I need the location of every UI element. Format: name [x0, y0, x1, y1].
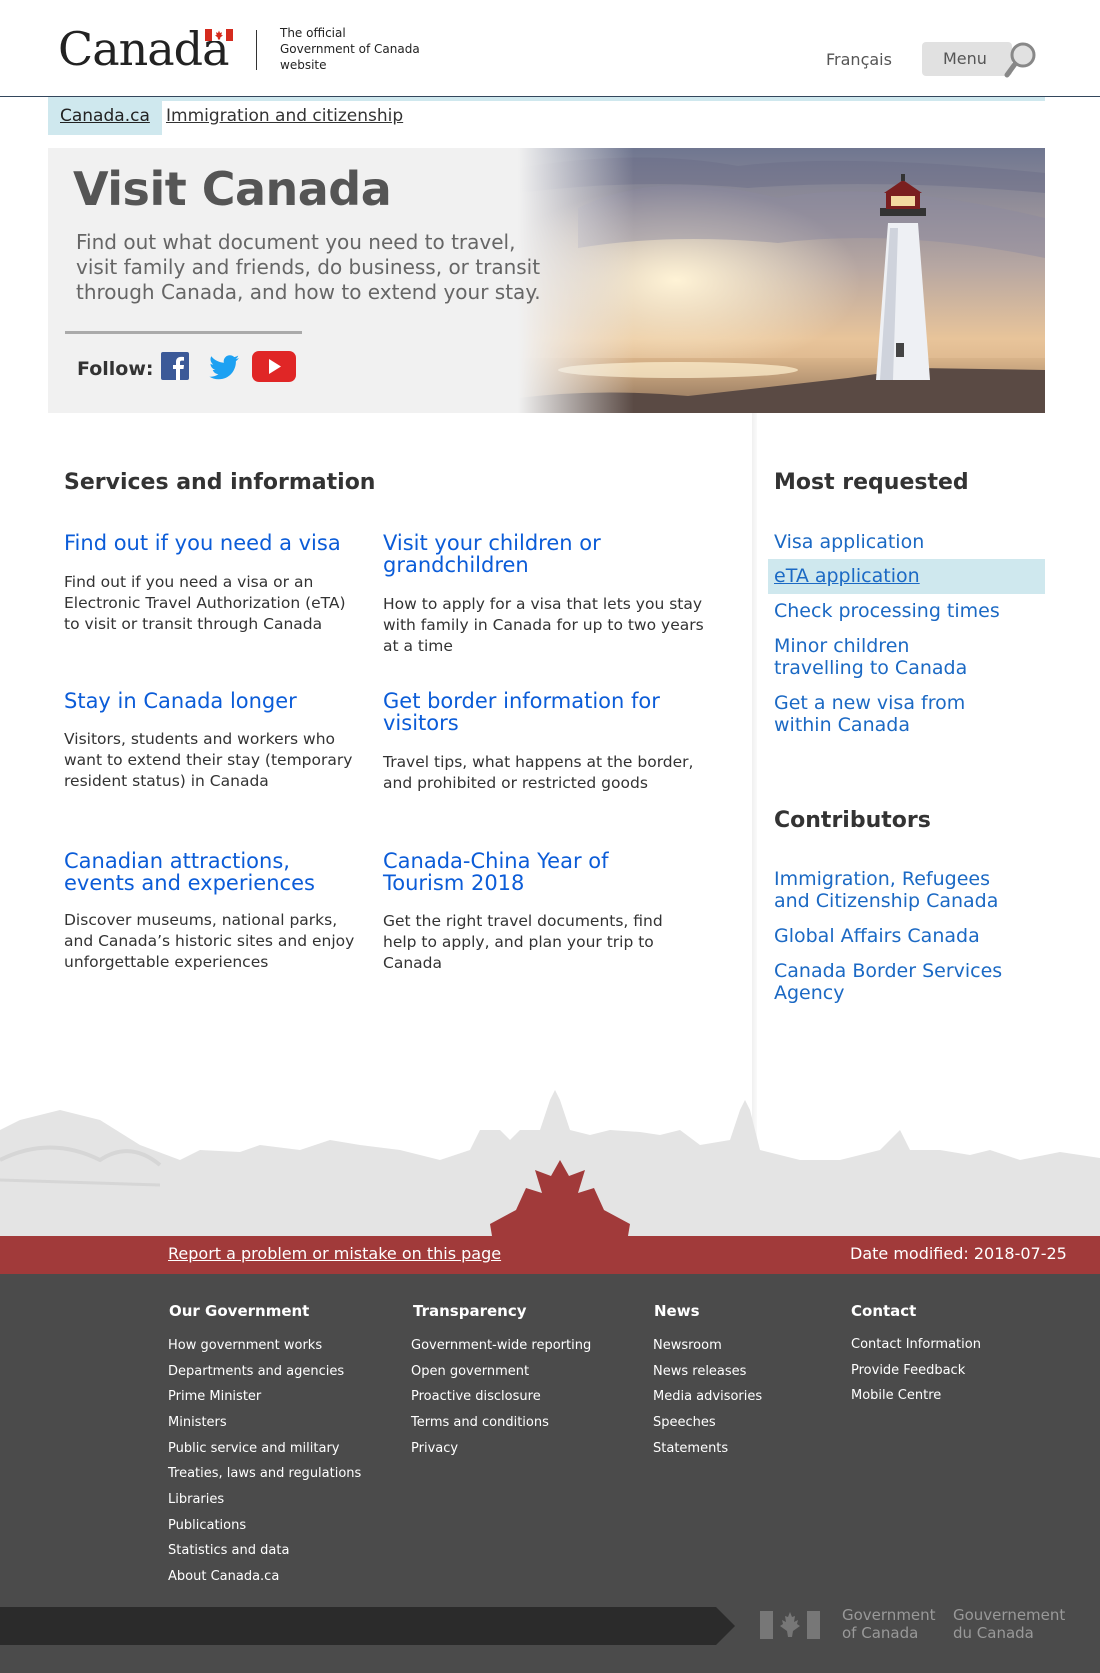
service-desc: How to apply for a visa that lets you st…: [383, 595, 704, 655]
service-desc: Get the right travel documents, find hel…: [383, 912, 663, 972]
government-of-canada-fr: Gouvernement du Canada: [953, 1606, 1065, 1642]
report-problem-link[interactable]: Report a problem or mistake on this page: [168, 1244, 501, 1263]
service-link-attractions[interactable]: Canadian attractions, events and experie…: [64, 850, 364, 894]
most-requested-link[interactable]: Visa application: [774, 531, 924, 553]
footer-link[interactable]: Public service and military: [168, 1441, 340, 1456]
footer-link[interactable]: Statements: [653, 1441, 728, 1456]
footer-link[interactable]: Contact Information: [851, 1337, 981, 1352]
youtube-icon[interactable]: [252, 351, 296, 382]
service-link-stay-longer[interactable]: Stay in Canada longer: [64, 690, 364, 712]
language-toggle-link[interactable]: Français: [826, 50, 892, 69]
site-header: Canada The official Government of Canada…: [0, 0, 1100, 97]
follow-label: Follow:: [77, 358, 154, 380]
service-desc: Visitors, students and workers who want …: [64, 730, 353, 790]
date-modified: Date modified: 2018-07-25: [850, 1244, 1067, 1263]
footer-link[interactable]: News releases: [653, 1364, 746, 1379]
hero-banner: Visit Canada Find out what document you …: [48, 148, 1045, 413]
official-line: Government of Canada: [280, 42, 420, 56]
service-link-visit-children[interactable]: Visit your children or grandchildren: [383, 532, 603, 576]
service-desc: Discover museums, national parks, and Ca…: [64, 911, 355, 971]
footer-link[interactable]: Departments and agencies: [168, 1364, 344, 1379]
contributor-link[interactable]: Global Affairs Canada: [774, 925, 980, 947]
footer-heading-contact: Contact: [851, 1302, 917, 1320]
footer-heading-our-government: Our Government: [169, 1302, 310, 1320]
government-flag-icon: [760, 1611, 820, 1639]
most-requested-link[interactable]: Get a new visa from within Canada: [774, 692, 984, 736]
most-requested-heading: Most requested: [774, 470, 969, 495]
footer-main: [0, 1274, 1100, 1607]
footer-link[interactable]: Provide Feedback: [851, 1363, 965, 1378]
services-heading: Services and information: [64, 470, 376, 495]
service-link-canada-china[interactable]: Canada-China Year of Tourism 2018: [383, 850, 643, 894]
footer-link[interactable]: About Canada.ca: [168, 1569, 279, 1584]
service-link-need-visa[interactable]: Find out if you need a visa: [64, 532, 364, 554]
official-line: website: [280, 58, 327, 72]
lighthouse-image: [518, 148, 1045, 413]
official-site-text: The official Government of Canada websit…: [280, 25, 430, 73]
footer-link[interactable]: Ministers: [168, 1415, 227, 1430]
footer-link[interactable]: Prime Minister: [168, 1389, 261, 1404]
facebook-icon[interactable]: [161, 352, 189, 380]
breadcrumb-immigration-link[interactable]: Immigration and citizenship: [166, 97, 403, 135]
gov-line: of Canada: [842, 1624, 919, 1642]
footer-link[interactable]: Newsroom: [653, 1338, 722, 1353]
canada-wordmark[interactable]: Canada: [58, 22, 230, 76]
hero-divider: [65, 331, 302, 334]
sidebar-divider: [752, 413, 757, 1143]
service-desc: Find out if you need a visa or an Electr…: [64, 573, 346, 633]
footer-link[interactable]: Publications: [168, 1518, 246, 1533]
footer-link[interactable]: Mobile Centre: [851, 1388, 941, 1403]
footer-link[interactable]: Media advisories: [653, 1389, 762, 1404]
footer-strip-arrow: [716, 1607, 738, 1645]
most-requested-link[interactable]: Check processing times: [774, 600, 1000, 622]
gov-line: du Canada: [953, 1624, 1034, 1642]
footer-link[interactable]: Terms and conditions: [411, 1415, 549, 1430]
most-requested-link[interactable]: eTA application: [774, 565, 920, 587]
footer-link[interactable]: Open government: [411, 1364, 529, 1379]
search-icon[interactable]: [1000, 40, 1040, 80]
contributor-link[interactable]: Immigration, Refugees and Citizenship Ca…: [774, 868, 1024, 912]
footer-link[interactable]: How government works: [168, 1338, 322, 1353]
service-link-border-info[interactable]: Get border information for visitors: [383, 690, 663, 734]
service-desc: Travel tips, what happens at the border,…: [383, 753, 694, 792]
ottawa-skyline-image: [0, 1090, 1100, 1236]
footer-link[interactable]: Government-wide reporting: [411, 1338, 591, 1353]
hero-lead-text: Find out what document you need to trave…: [76, 230, 541, 304]
official-line: The official: [280, 26, 346, 40]
most-requested-link[interactable]: Minor children travelling to Canada: [774, 635, 1004, 679]
contributor-link[interactable]: Canada Border Services Agency: [774, 960, 1004, 1004]
footer-dark-strip: [0, 1607, 735, 1645]
footer-heading-news: News: [654, 1302, 700, 1320]
government-of-canada-en: Government of Canada: [842, 1606, 936, 1642]
gov-line: Gouvernement: [953, 1606, 1066, 1624]
page-title: Visit Canada: [73, 162, 392, 216]
header-divider: [256, 30, 257, 70]
footer-link[interactable]: Speeches: [653, 1415, 716, 1430]
footer-link[interactable]: Libraries: [168, 1492, 224, 1507]
twitter-icon[interactable]: [208, 354, 240, 382]
footer-link[interactable]: Treaties, laws and regulations: [168, 1466, 361, 1481]
footer-heading-transparency: Transparency: [413, 1302, 527, 1320]
contributors-heading: Contributors: [774, 808, 931, 833]
canada-flag-icon: [205, 29, 233, 41]
footer-link[interactable]: Statistics and data: [168, 1543, 289, 1558]
footer-link[interactable]: Privacy: [411, 1441, 458, 1456]
footer-link[interactable]: Proactive disclosure: [411, 1389, 541, 1404]
gov-line: Government: [842, 1606, 936, 1624]
menu-button[interactable]: Menu: [922, 42, 1012, 76]
breadcrumb-home-link[interactable]: Canada.ca: [48, 97, 162, 135]
